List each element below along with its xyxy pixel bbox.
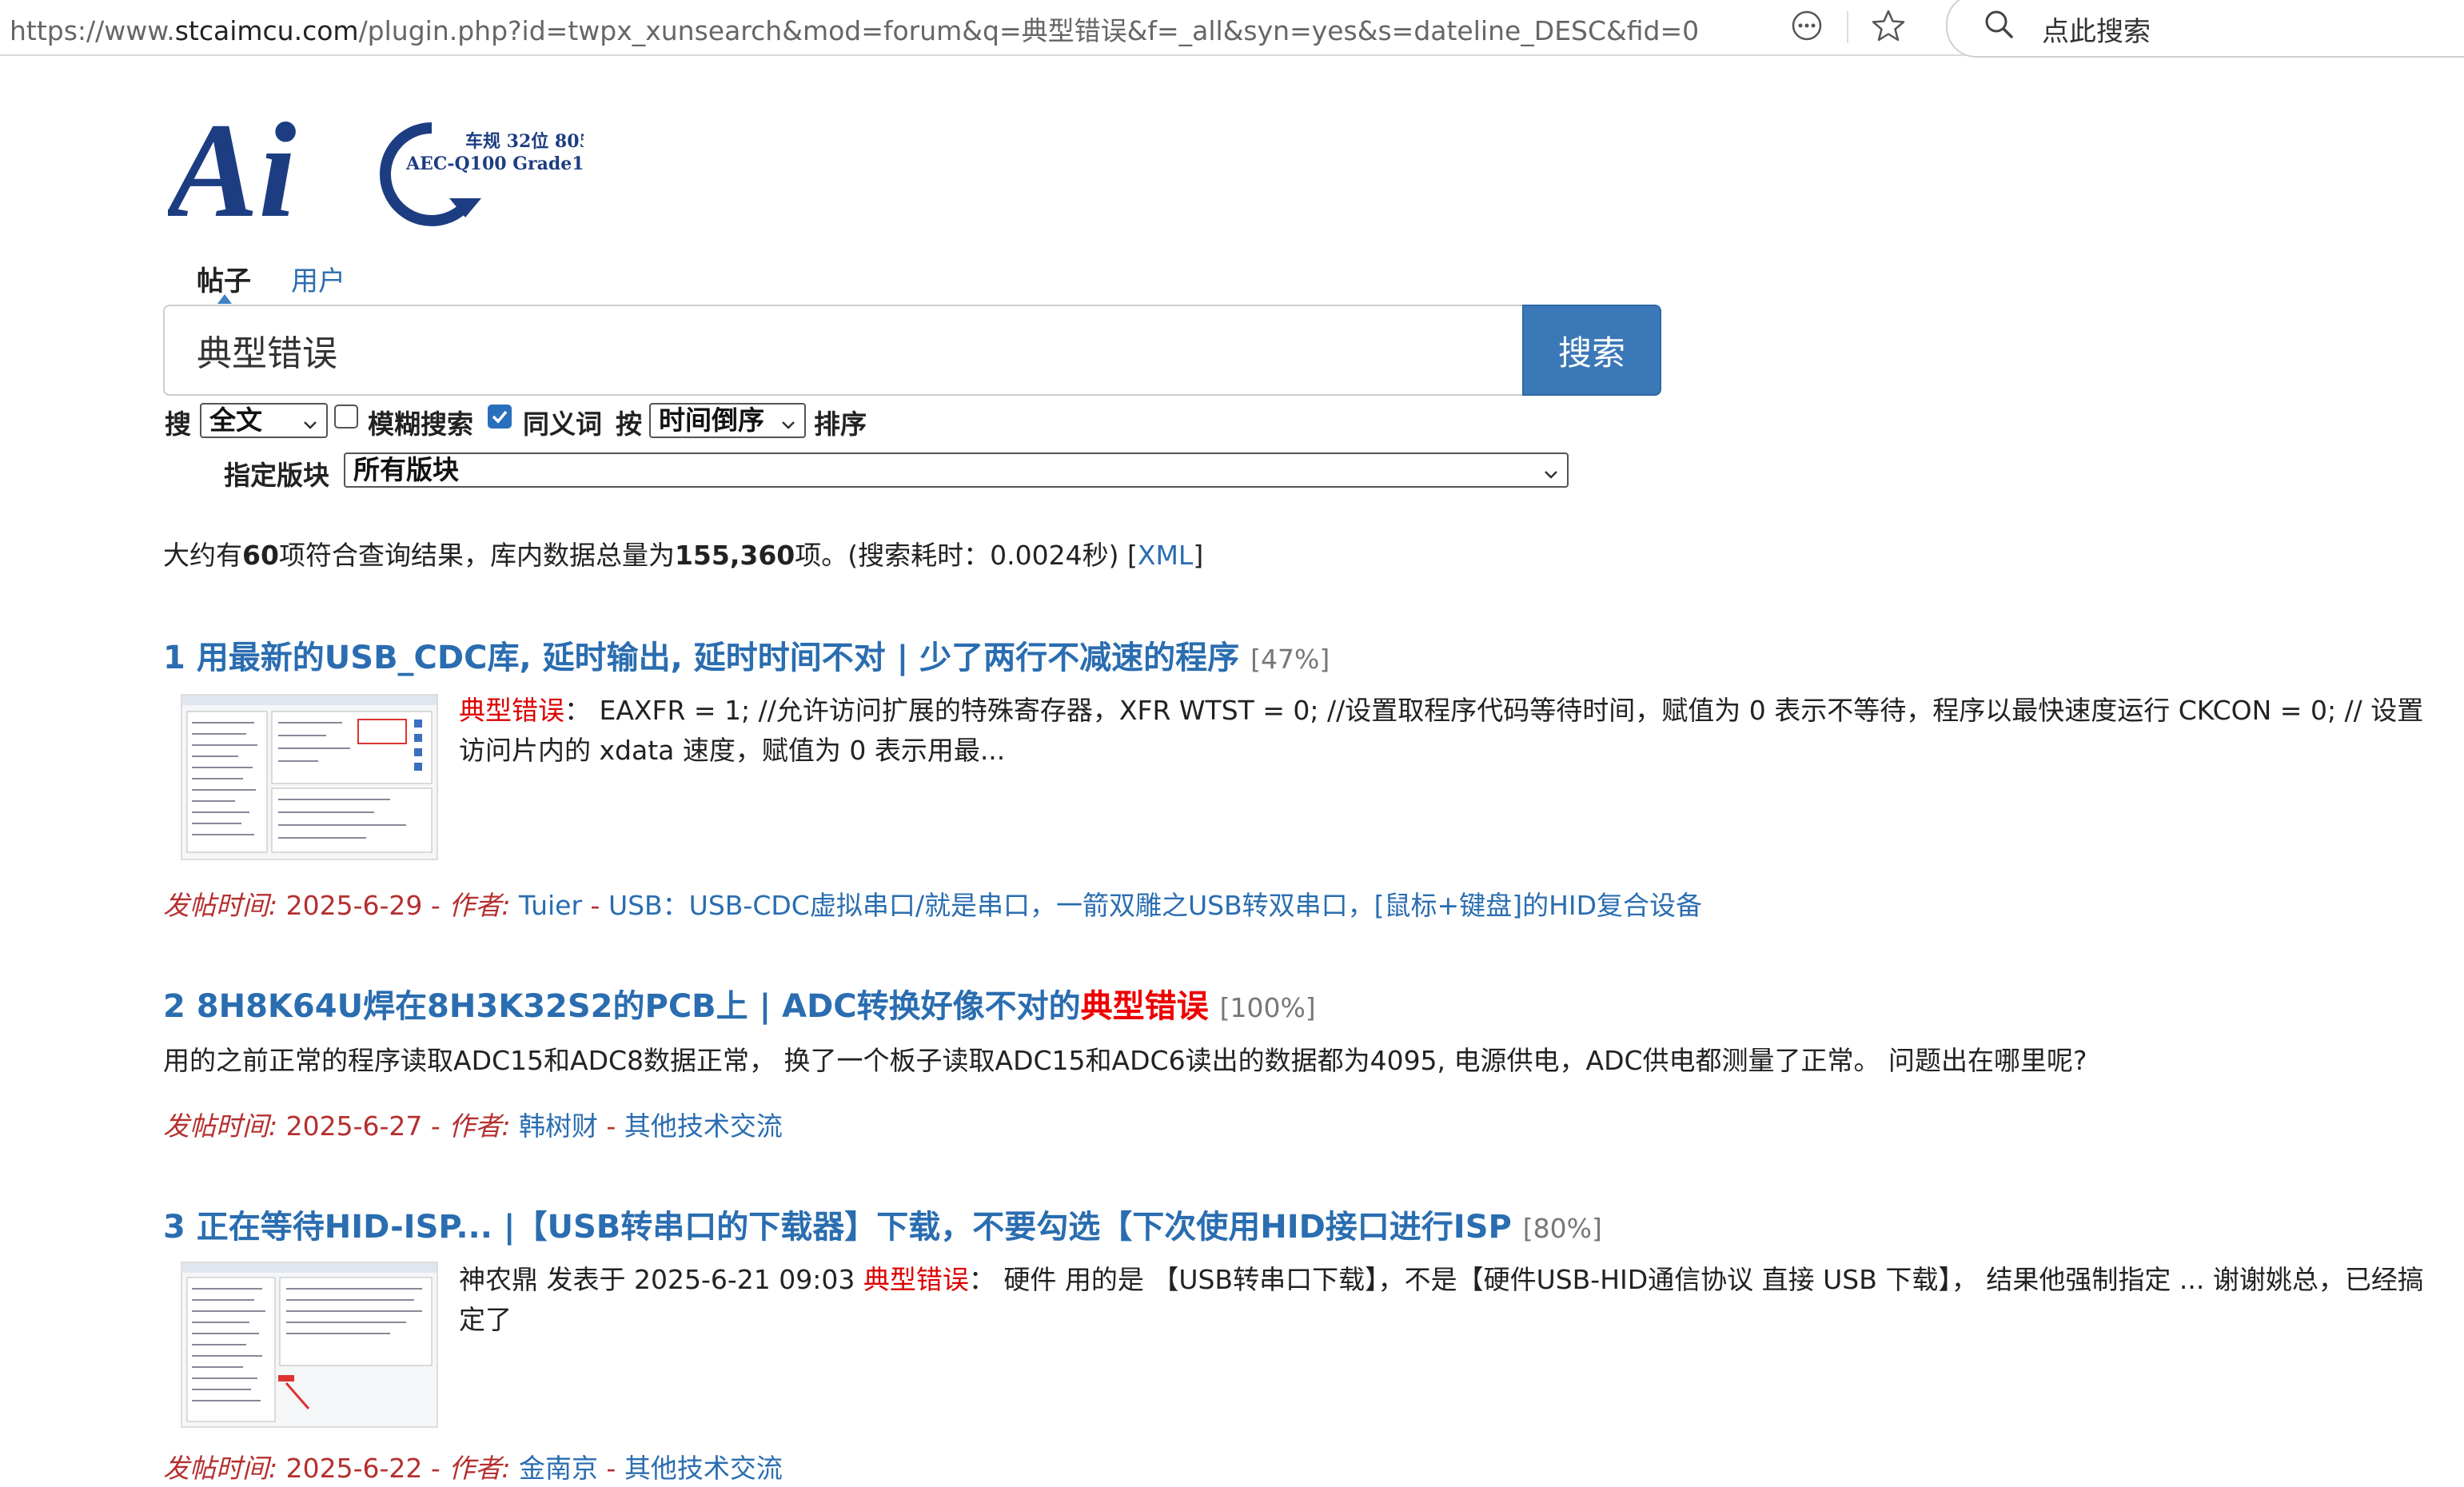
highlight-term: 典型错误 xyxy=(459,695,564,726)
browser-toolbar: https://www.stcaimcu.com/plugin.php?id=t… xyxy=(0,0,2464,58)
sort-by-label: 按 xyxy=(616,409,642,440)
forum-filter-label: 指定版块 xyxy=(224,460,329,491)
post-date: 2025-6-29 xyxy=(285,890,423,921)
search-scope-select[interactable]: 全文 xyxy=(200,403,328,438)
result-count: 60 xyxy=(242,540,279,571)
chevron-down-icon xyxy=(1541,459,1561,491)
post-date: 2025-6-22 xyxy=(285,1453,423,1484)
tab-posts[interactable]: 帖子 xyxy=(197,259,251,298)
forum-select-value: 所有版块 xyxy=(353,454,459,485)
author-link[interactable]: 韩树财 xyxy=(519,1110,598,1142)
address-bar[interactable]: https://www.stcaimcu.com/plugin.php?id=t… xyxy=(10,10,1699,48)
url-domain: stcaimcu.com xyxy=(174,15,359,46)
result-title-link[interactable]: 3 正在等待HID-ISP... |【USB转串口的下载器】下载，不要勾选【下次… xyxy=(163,1201,1602,1247)
search-button[interactable]: 搜索 xyxy=(1522,305,1661,396)
checkmark-icon xyxy=(492,410,508,424)
search-scope-value: 全文 xyxy=(209,405,262,436)
bookmark-star-icon[interactable] xyxy=(1866,3,1911,48)
url-path: /plugin.php?id=twpx_xunsearch&mod=forum&… xyxy=(358,15,1700,46)
sort-label: 排序 xyxy=(814,409,867,440)
author-link[interactable]: Tuier xyxy=(519,890,582,921)
chevron-down-icon xyxy=(779,409,798,441)
url-prefix: https://www. xyxy=(10,15,175,46)
relevance-percent: [47%] xyxy=(1250,644,1330,675)
result-thumbnail[interactable] xyxy=(181,694,438,860)
browser-search-box[interactable]: 点此搜索 xyxy=(1946,0,2464,58)
result-snippet: 用的之前正常的程序读取ADC15和ADC8数据正常， 换了一个板子读取ADC15… xyxy=(163,1045,2087,1076)
logo-text-line2: AEC-Q100 Grade1 xyxy=(405,153,584,174)
sort-order-value: 时间倒序 xyxy=(659,405,764,436)
more-options-icon[interactable] xyxy=(1784,3,1829,48)
tab-users[interactable]: 用户 xyxy=(291,259,345,298)
browser-search-placeholder: 点此搜索 xyxy=(2042,16,2151,48)
highlight-term: 典型错误 xyxy=(863,1264,969,1295)
result-snippet: 典型错误： EAXFR = 1; //允许访问扩展的特殊寄存器，XFR WTST… xyxy=(459,695,2424,766)
total-count: 155,360 xyxy=(674,540,795,571)
highlight-term: 典型错误 xyxy=(1080,988,1209,1025)
search-icon xyxy=(1983,8,2015,43)
post-date: 2025-6-27 xyxy=(285,1110,423,1142)
logo-text-line1: 车规 32位 8051 xyxy=(465,131,584,152)
result-title-link[interactable]: 2 8H8K64U焊在8H3K32S2的PCB上 | ADC转换好像不对的典型错… xyxy=(163,980,1316,1027)
forum-link[interactable]: 其他技术交流 xyxy=(624,1110,783,1142)
search-in-label: 搜 xyxy=(165,409,191,440)
site-logo[interactable]: Ai 车规 32位 8051 AEC-Q100 Grade1 xyxy=(161,95,604,245)
relevance-percent: [100%] xyxy=(1219,992,1316,1023)
chevron-down-icon xyxy=(301,409,320,441)
sort-order-select[interactable]: 时间倒序 xyxy=(649,403,806,438)
active-tab-indicator xyxy=(217,294,232,304)
fuzzy-search-label: 模糊搜索 xyxy=(368,409,473,440)
result-meta: 发帖时间: 2025-6-22 - 作者: 金南京 - 其他技术交流 xyxy=(163,1453,783,1484)
xml-link[interactable]: XML xyxy=(1138,540,1193,571)
result-title-link[interactable]: 1 用最新的USB_CDC库, 延时输出, 延时时间不对 | 少了两行不减速的程… xyxy=(163,632,1330,678)
forum-select[interactable]: 所有版块 xyxy=(344,452,1569,488)
synonym-label: 同义词 xyxy=(523,409,602,440)
author-link[interactable]: 金南京 xyxy=(519,1453,598,1484)
result-meta: 发帖时间: 2025-6-27 - 作者: 韩树财 - 其他技术交流 xyxy=(163,1110,783,1142)
results-summary: 大约有60项符合查询结果，库内数据总量为155,360项。(搜索耗时：0.002… xyxy=(163,540,1204,571)
relevance-percent: [80%] xyxy=(1522,1213,1602,1244)
toolbar-divider xyxy=(1847,11,1848,43)
synonym-checkbox[interactable] xyxy=(488,405,512,429)
result-snippet: 神农鼎 发表于 2025-6-21 09:03 典型错误： 硬件 用的是 【US… xyxy=(459,1264,2424,1335)
forum-link[interactable]: USB：USB-CDC虚拟串口/就是串口，一箭双雕之USB转双串口，[鼠标+键盘… xyxy=(608,890,1702,921)
search-input[interactable] xyxy=(163,305,1524,396)
result-thumbnail[interactable] xyxy=(181,1262,438,1428)
logo-letters: Ai xyxy=(168,96,297,232)
forum-link[interactable]: 其他技术交流 xyxy=(624,1453,783,1484)
fuzzy-search-checkbox[interactable] xyxy=(334,405,358,429)
result-meta: 发帖时间: 2025-6-29 - 作者: Tuier - USB：USB-CD… xyxy=(163,890,1703,921)
